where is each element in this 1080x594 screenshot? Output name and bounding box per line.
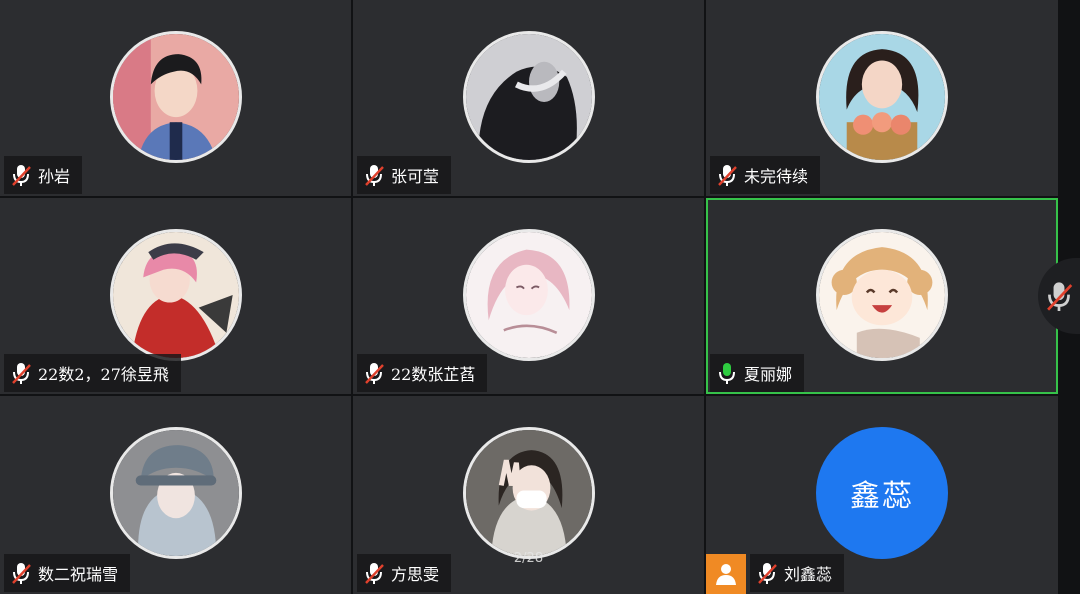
participant-label: 22数张芷萏 bbox=[357, 354, 488, 392]
microphone-muted-icon[interactable] bbox=[716, 163, 738, 187]
avatar-anime-smile-icon bbox=[816, 229, 948, 361]
participant-tile[interactable]: 方思雯 2/28 bbox=[353, 396, 704, 594]
participant-tile[interactable]: 22数2，27徐昱飛 bbox=[0, 198, 351, 394]
avatar-photo-girl-peaches-icon bbox=[816, 31, 948, 163]
participant-name: 方思雯 bbox=[391, 565, 440, 584]
host-person-icon bbox=[706, 554, 746, 594]
participant-label: 张可莹 bbox=[357, 156, 452, 194]
microphone-muted-icon[interactable] bbox=[363, 561, 385, 585]
participant-label: 孙岩 bbox=[4, 156, 83, 194]
microphone-muted-icon[interactable] bbox=[10, 163, 32, 187]
participant-name: 22数2，27徐昱飛 bbox=[38, 365, 169, 384]
microphone-muted-icon[interactable] bbox=[363, 163, 385, 187]
participant-label: 未完待续 bbox=[710, 156, 821, 194]
participant-name: 未完待续 bbox=[744, 167, 809, 186]
participant-label: 方思雯 bbox=[357, 554, 452, 592]
participant-tile-active-speaker[interactable]: 夏丽娜 bbox=[706, 198, 1058, 394]
avatar-photo-boy-icon bbox=[109, 31, 242, 163]
video-grid: 孙岩 张可莹 未完待续 22数2，27徐昱飛 22数张芷萏 夏丽娜 数二祝瑞雪 … bbox=[0, 0, 1058, 594]
avatar-initials: 鑫蕊 bbox=[816, 427, 948, 559]
microphone-muted-icon[interactable] bbox=[756, 561, 778, 585]
avatar-anime-red-icon bbox=[109, 229, 242, 361]
page-indicator: 2/28 bbox=[513, 551, 544, 566]
participant-label: 刘鑫蕊 bbox=[750, 554, 845, 592]
participant-tile[interactable]: 孙岩 bbox=[0, 0, 351, 196]
participant-name: 数二祝瑞雪 bbox=[38, 565, 119, 584]
participant-label: 22数2，27徐昱飛 bbox=[4, 354, 181, 392]
participant-name: 夏丽娜 bbox=[744, 365, 793, 384]
participant-tile[interactable]: 22数张芷萏 bbox=[353, 198, 704, 394]
avatar-photo-grey-hat-icon bbox=[109, 427, 242, 559]
participant-tile[interactable]: 张可莹 bbox=[353, 0, 704, 196]
participant-name: 刘鑫蕊 bbox=[784, 565, 833, 584]
participant-label: 数二祝瑞雪 bbox=[4, 554, 131, 592]
microphone-muted-icon[interactable] bbox=[363, 361, 385, 385]
microphone-muted-icon bbox=[1047, 282, 1073, 311]
participant-tile[interactable]: 数二祝瑞雪 bbox=[0, 396, 351, 594]
participant-tile[interactable]: 未完待续 bbox=[706, 0, 1058, 196]
participant-tile-host[interactable]: 鑫蕊 刘鑫蕊 bbox=[706, 396, 1058, 594]
avatar-photo-selfie-icon bbox=[462, 427, 595, 559]
microphone-muted-icon[interactable] bbox=[10, 561, 32, 585]
participant-name: 张可莹 bbox=[391, 167, 440, 186]
avatar-sketch-pink-icon bbox=[462, 229, 595, 361]
participant-label: 夏丽娜 bbox=[710, 354, 805, 392]
microphone-muted-icon[interactable] bbox=[10, 361, 32, 385]
participant-name: 22数张芷萏 bbox=[391, 365, 476, 384]
participant-name: 孙岩 bbox=[38, 167, 71, 186]
avatar-photo-dark-icon bbox=[462, 31, 595, 163]
microphone-active-icon[interactable] bbox=[716, 361, 738, 385]
